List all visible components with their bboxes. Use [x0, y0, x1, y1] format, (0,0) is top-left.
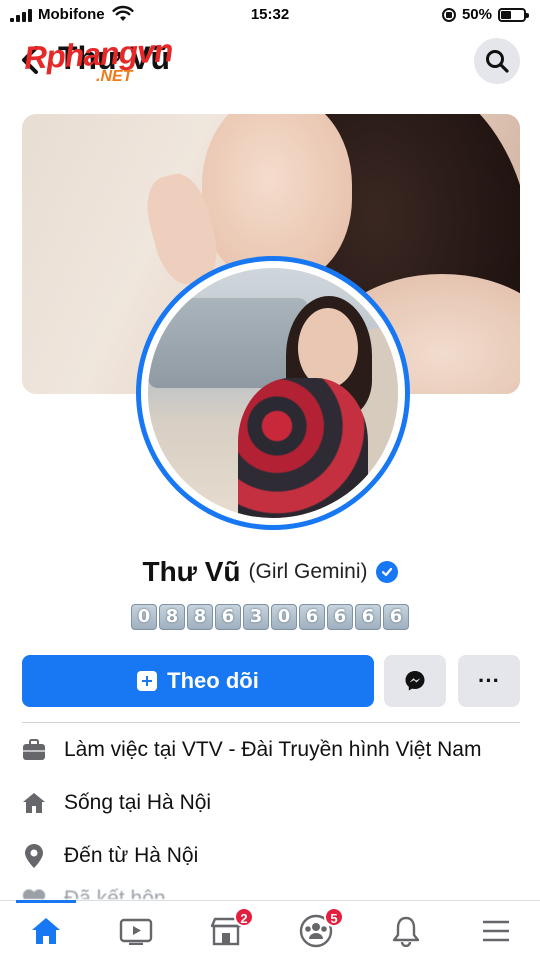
more-icon: ··· — [478, 668, 500, 693]
nav-notifications[interactable] — [386, 913, 426, 949]
profile-header: Thư Vũ Rphangvn .NET — [0, 30, 540, 92]
messenger-button[interactable] — [384, 655, 446, 707]
watermark-logo-sub: .NET — [96, 68, 133, 85]
follow-label: Theo dõi — [167, 668, 259, 693]
digit: 6 — [215, 604, 241, 630]
location-pin-icon — [22, 844, 46, 868]
digit: 3 — [243, 604, 269, 630]
briefcase-icon — [22, 738, 46, 762]
digit: 8 — [187, 604, 213, 630]
messenger-icon — [405, 671, 425, 691]
nav-marketplace[interactable]: 2 — [206, 907, 254, 949]
detail-work-text: Làm việc tại VTV - Đài Truyền hình Việt … — [64, 738, 482, 761]
verified-badge-icon — [375, 561, 398, 583]
more-options-button[interactable]: ··· — [458, 655, 520, 707]
detail-relationship: Đã kết hôn — [22, 887, 532, 899]
heart-icon — [22, 887, 46, 899]
detail-relationship-text: Đã kết hôn — [64, 887, 166, 899]
rotation-lock-icon — [441, 7, 456, 22]
battery-percent: 50% — [461, 6, 492, 23]
detail-lives-text: Sống tại Hà Nội — [64, 791, 212, 814]
nav-home[interactable] — [16, 900, 76, 949]
digit: 6 — [299, 604, 325, 630]
phone-number-digits: 0 8 8 6 3 0 6 6 6 6 — [0, 604, 540, 630]
profile-name-row: Thư Vũ (Girl Gemini) — [0, 556, 540, 588]
digit: 6 — [355, 604, 381, 630]
detail-from: Đến từ Hà Nội — [22, 844, 532, 868]
detail-work: Làm việc tại VTV - Đài Truyền hình Việt … — [22, 738, 532, 762]
bottom-navigation: 2 5 — [0, 900, 540, 960]
bell-icon — [392, 916, 420, 947]
digit: 0 — [271, 604, 297, 630]
alternate-name: (Girl Gemini) — [248, 560, 368, 583]
nav-watch[interactable] — [116, 913, 156, 949]
digit: 8 — [159, 604, 185, 630]
status-bar: Mobifone 15:32 50% — [0, 0, 540, 30]
home-icon — [32, 918, 60, 944]
battery-icon — [498, 7, 529, 22]
detail-lives: Sống tại Hà Nội — [22, 791, 532, 815]
nav-menu[interactable] — [476, 913, 516, 949]
profile-name: Thư Vũ — [142, 556, 241, 587]
divider — [22, 722, 520, 723]
digit: 6 — [383, 604, 409, 630]
marketplace-badge: 2 — [234, 907, 254, 927]
profile-picture[interactable] — [136, 256, 410, 530]
video-icon — [119, 918, 153, 945]
digit: 6 — [327, 604, 353, 630]
detail-from-text: Đến từ Hà Nội — [64, 844, 199, 867]
menu-icon — [483, 920, 509, 942]
follow-button[interactable]: Theo dõi — [22, 655, 374, 707]
digit: 0 — [131, 604, 157, 630]
nav-groups[interactable]: 5 — [296, 907, 344, 949]
search-button[interactable] — [474, 38, 520, 84]
home-icon — [22, 791, 46, 815]
follow-icon — [137, 671, 158, 691]
groups-badge: 5 — [324, 907, 344, 927]
search-icon — [486, 50, 509, 73]
